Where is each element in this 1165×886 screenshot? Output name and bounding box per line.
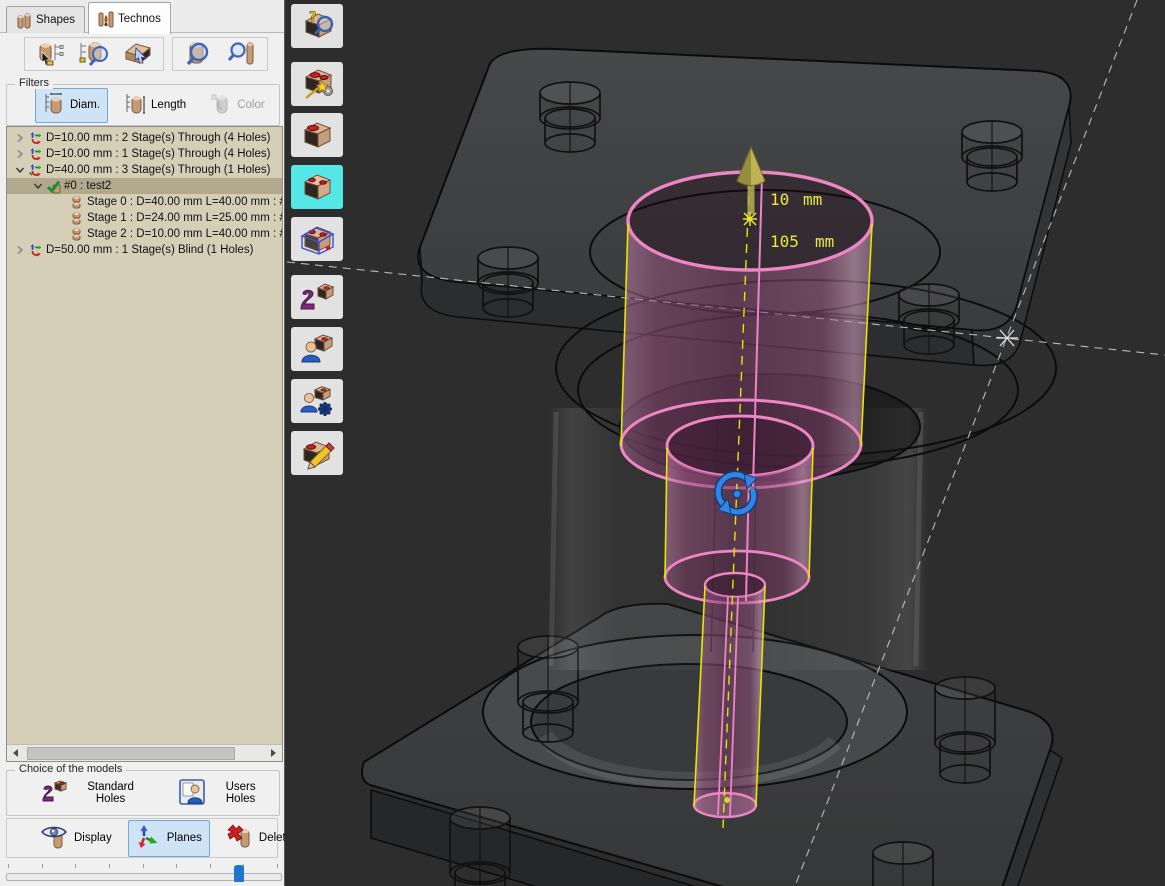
hole-group-icon — [28, 147, 43, 162]
scroll-left-arrow[interactable] — [7, 745, 24, 761]
filter-color-label: Color — [237, 99, 264, 111]
display-button[interactable]: Display — [33, 820, 120, 857]
filter-diameter-label: Diam. — [70, 99, 100, 111]
tab-technos[interactable]: Technos — [88, 2, 171, 34]
technos-toolbar — [0, 37, 284, 75]
planes-label: Planes — [167, 832, 202, 844]
filter-length-button[interactable]: Length — [116, 88, 194, 123]
user-holes-button[interactable] — [291, 327, 343, 371]
tab-technos-label: Technos — [118, 13, 161, 25]
models-groupbox: Choice of the models Standard Holes User… — [6, 770, 280, 816]
chevron-expanded-icon[interactable] — [15, 165, 25, 175]
check-icon — [46, 179, 61, 194]
techno-wizard-button[interactable] — [291, 62, 343, 106]
tree-item-d10-2stage[interactable]: D=10.00 mm : 2 Stage(s) Through (4 Holes… — [7, 130, 282, 146]
filters-groupbox: Filters Diam. Length — [6, 84, 280, 126]
users-holes-button[interactable]: Users Holes — [171, 775, 279, 812]
filter-diameter-button[interactable]: Diam. — [35, 88, 108, 123]
user-settings-button[interactable] — [291, 379, 343, 423]
holes-wireframe-button[interactable] — [291, 217, 343, 261]
holes-single-button[interactable] — [291, 113, 343, 157]
filter-length-label: Length — [151, 99, 186, 111]
zoom-on-techno-button[interactable] — [178, 38, 218, 70]
pick-techno-cylinder-button[interactable] — [30, 38, 70, 70]
hole-tree-box: D=10.00 mm : 2 Stage(s) Through (4 Holes… — [6, 126, 283, 762]
color-filter-icon — [210, 92, 232, 119]
tree-item-d10-1stage[interactable]: D=10.00 mm : 1 Stage(s) Through (4 Holes… — [7, 146, 282, 162]
diameter-filter-icon — [43, 92, 65, 119]
slider-thumb[interactable] — [234, 865, 244, 882]
standard-holes-tool-button[interactable] — [291, 275, 343, 319]
filter-color-button[interactable]: Color — [202, 88, 272, 123]
transparency-slider[interactable] — [6, 862, 280, 884]
filters-title: Filters — [15, 77, 53, 89]
hole-group-icon — [28, 163, 43, 178]
technos-icon — [98, 11, 113, 26]
technos-panel: Shapes Technos — [0, 0, 285, 886]
cad-scene[interactable]: 10mm 105mm — [285, 0, 1165, 886]
toolbar-group-select — [24, 37, 164, 71]
planes-button[interactable]: Planes — [128, 820, 210, 857]
cad-hole-recognition-window: Shapes Technos — [0, 0, 1165, 886]
chevron-collapsed-icon[interactable] — [15, 245, 25, 255]
pick-solid-button[interactable] — [118, 38, 158, 70]
toolbar-group-zoom — [172, 37, 268, 71]
chevron-collapsed-icon[interactable] — [15, 149, 25, 159]
tree-item-label: D=10.00 mm : 1 Stage(s) Through (4 Holes… — [46, 148, 270, 160]
tree-item-test2[interactable]: #0 : test2 — [7, 178, 282, 194]
standard-holes-button[interactable]: Standard Holes — [33, 775, 157, 812]
display-label: Display — [74, 832, 112, 844]
axis-end-point — [724, 797, 730, 803]
tree-item-label: Stage 1 : D=24.00 mm L=25.00 mm : # — [87, 212, 282, 224]
tree-item-stage2[interactable]: Stage 2 : D=10.00 mm L=40.00 mm : # — [7, 226, 282, 242]
tree-item-label: #0 : test2 — [64, 180, 111, 192]
users-holes-icon — [179, 779, 205, 808]
hole-group-icon — [28, 131, 43, 146]
hole-group-icon — [28, 243, 43, 258]
hole-tree: D=10.00 mm : 2 Stage(s) Through (4 Holes… — [7, 127, 282, 744]
tree-horizontal-scrollbar[interactable] — [7, 744, 282, 761]
tree-item-stage0[interactable]: Stage 0 : D=40.00 mm L=40.00 mm : # — [7, 194, 282, 210]
delete-x-icon — [226, 824, 254, 853]
planes-axes-icon — [136, 824, 162, 853]
chevron-collapsed-icon[interactable] — [15, 133, 25, 143]
tree-item-label: D=10.00 mm : 2 Stage(s) Through (4 Holes… — [46, 132, 270, 144]
models-title: Choice of the models — [15, 763, 126, 775]
tree-item-stage1[interactable]: Stage 1 : D=24.00 mm L=25.00 mm : # — [7, 210, 282, 226]
tree-item-label: D=50.00 mm : 1 Stage(s) Blind (1 Holes) — [46, 244, 253, 256]
scrollbar-track[interactable] — [24, 745, 265, 761]
tab-shapes[interactable]: Shapes — [6, 6, 85, 33]
tree-item-label: Stage 0 : D=40.00 mm L=40.00 mm : # — [87, 196, 282, 208]
svg-text:?: ? — [309, 10, 317, 25]
left-triangle-icon — [13, 749, 18, 757]
axis-origin-marker — [743, 212, 757, 226]
holes-multi-button[interactable] — [291, 165, 343, 209]
tree-item-d40-3stage[interactable]: D=40.00 mm : 3 Stage(s) Through (1 Holes… — [7, 162, 282, 178]
standard-holes-label: Standard Holes — [72, 781, 149, 805]
tab-shapes-label: Shapes — [36, 14, 75, 26]
shapes-icon — [16, 13, 31, 28]
zoom-techno-small-button[interactable] — [222, 38, 262, 70]
edit-holes-button[interactable] — [291, 431, 343, 475]
standard-holes-icon — [41, 779, 67, 808]
display-eye-icon — [41, 824, 69, 853]
chevron-expanded-icon[interactable] — [33, 181, 43, 191]
viewport-3d[interactable]: 10mm 105mm ? — [285, 0, 1165, 886]
right-triangle-icon — [271, 749, 276, 757]
tree-item-label: Stage 2 : D=10.00 mm L=40.00 mm : # — [87, 228, 282, 240]
stage-cylinder-icon — [69, 195, 84, 210]
actions-toolbar: Display Planes Delete — [6, 818, 278, 858]
panel-tabbar: Shapes Technos — [0, 0, 284, 33]
tree-item-d50-blind[interactable]: D=50.00 mm : 1 Stage(s) Blind (1 Holes) — [7, 242, 282, 258]
techno-help-search-button[interactable]: ? — [291, 4, 343, 48]
search-techno-tree-button[interactable] — [74, 38, 114, 70]
scroll-right-arrow[interactable] — [265, 745, 282, 761]
scrollbar-thumb[interactable] — [27, 747, 235, 760]
stage-cylinder-icon — [69, 227, 84, 242]
users-holes-label: Users Holes — [210, 781, 271, 805]
stage-cylinder-icon — [69, 211, 84, 226]
tree-item-label: D=40.00 mm : 3 Stage(s) Through (1 Holes… — [46, 164, 270, 176]
length-filter-icon — [124, 92, 146, 119]
